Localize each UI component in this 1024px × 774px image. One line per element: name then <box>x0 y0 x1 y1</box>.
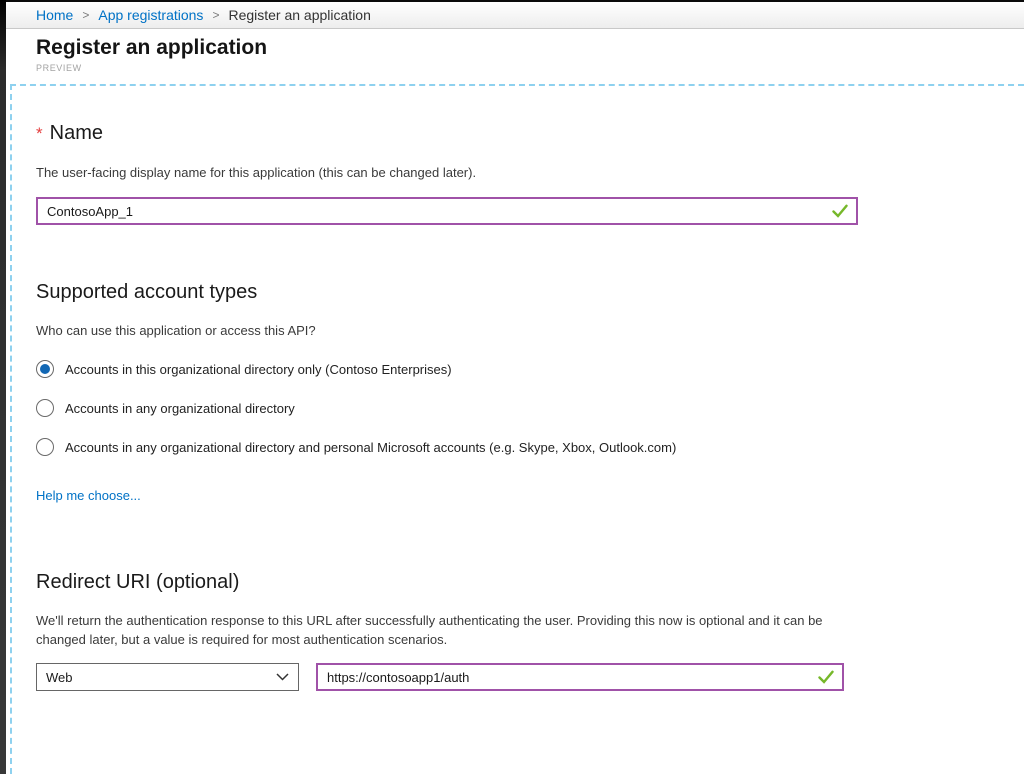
radio-option-single-tenant[interactable]: Accounts in this organizational director… <box>36 360 1024 378</box>
breadcrumb-home-link[interactable]: Home <box>36 7 73 23</box>
radio-button-icon[interactable] <box>36 399 54 417</box>
name-description: The user-facing display name for this ap… <box>36 163 1024 182</box>
register-application-form: * Name The user-facing display name for t… <box>10 84 1024 774</box>
radio-option-label: Accounts in any organizational directory <box>65 401 295 416</box>
required-marker: * <box>36 124 43 143</box>
checkmark-icon <box>818 670 834 684</box>
preview-badge: PREVIEW <box>36 63 1024 73</box>
breadcrumb: Home > App registrations > Register an a… <box>0 0 1024 29</box>
name-section-heading: * Name <box>36 118 1024 149</box>
redirect-uri-input[interactable] <box>318 665 842 689</box>
breadcrumb-separator: > <box>212 8 219 22</box>
redirect-uri-description: We'll return the authentication response… <box>36 611 852 649</box>
redirect-uri-heading: Redirect URI (optional) <box>36 567 1024 597</box>
radio-option-label: Accounts in this organizational director… <box>65 362 452 377</box>
account-types-heading: Supported account types <box>36 277 1024 307</box>
name-label: Name <box>50 122 103 144</box>
blade-header: Register an application PREVIEW <box>0 29 1024 73</box>
radio-option-multitenant[interactable]: Accounts in any organizational directory <box>36 399 1024 417</box>
breadcrumb-app-registrations-link[interactable]: App registrations <box>98 7 203 23</box>
redirect-platform-select[interactable]: Web <box>36 663 299 691</box>
radio-option-label: Accounts in any organizational directory… <box>65 440 676 455</box>
app-name-field <box>36 197 858 225</box>
redirect-platform-selected-value: Web <box>46 670 73 685</box>
account-type-radio-group: Accounts in this organizational director… <box>36 360 1024 456</box>
breadcrumb-current-page: Register an application <box>228 7 370 23</box>
app-name-input[interactable] <box>38 199 856 223</box>
radio-option-multitenant-personal[interactable]: Accounts in any organizational directory… <box>36 438 1024 456</box>
help-me-choose-link[interactable]: Help me choose... <box>36 488 141 503</box>
radio-button-icon[interactable] <box>36 360 54 378</box>
account-types-question: Who can use this application or access t… <box>36 323 1024 338</box>
radio-button-icon[interactable] <box>36 438 54 456</box>
page-title: Register an application <box>36 36 1024 60</box>
checkmark-icon <box>832 204 848 218</box>
breadcrumb-separator: > <box>82 8 89 22</box>
redirect-uri-field <box>316 663 844 691</box>
chevron-down-icon <box>276 673 289 681</box>
portal-left-chrome-strip <box>0 0 6 774</box>
